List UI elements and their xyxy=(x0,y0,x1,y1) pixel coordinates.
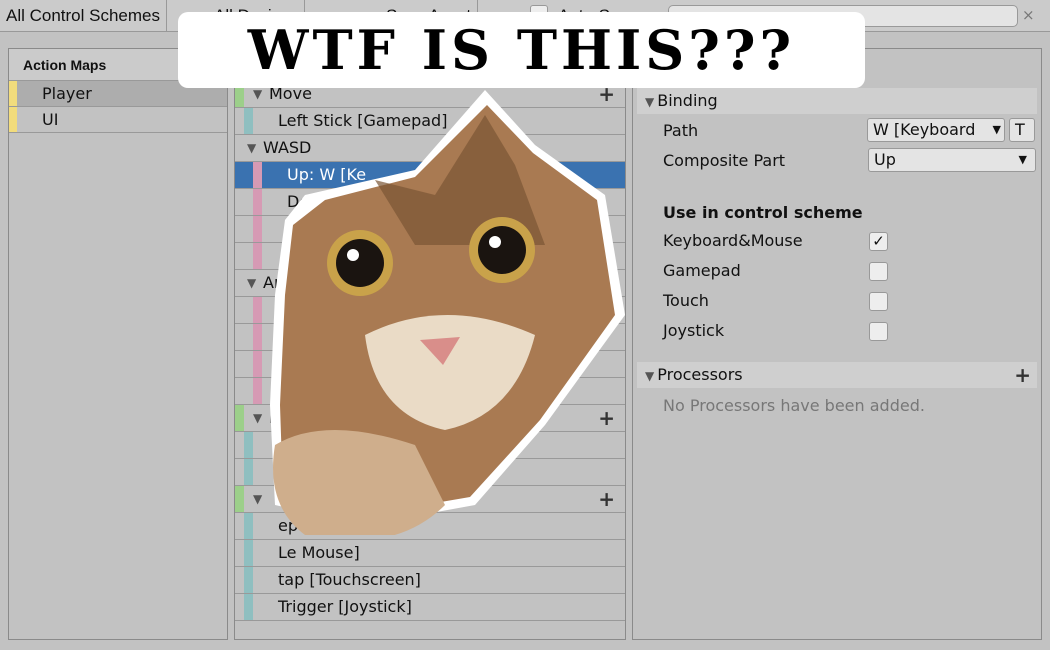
action-map-item[interactable]: UI xyxy=(9,107,227,133)
chevron-down-icon: ▼ xyxy=(1018,153,1027,166)
processors-empty-text: No Processors have been added. xyxy=(663,396,925,415)
cat-image xyxy=(270,90,625,535)
scheme-checkbox[interactable] xyxy=(869,262,888,281)
action-maps-panel: Action Maps Player UI xyxy=(8,48,228,640)
control-schemes-dropdown[interactable]: All Control Schemes xyxy=(0,0,168,32)
collapse-triangle-icon: ▼ xyxy=(645,95,655,109)
control-scheme-title: Use in control scheme xyxy=(663,203,863,222)
composite-part-dropdown[interactable]: Up ▼ xyxy=(868,148,1036,172)
chevron-down-icon: ▼ xyxy=(992,123,1001,136)
binding-row[interactable]: Trigger [Joystick] xyxy=(235,594,625,621)
scheme-label: Joystick xyxy=(663,321,725,340)
path-value: W [Keyboard xyxy=(873,120,976,139)
type-color-bar xyxy=(244,594,253,620)
text-mode-button[interactable]: T xyxy=(1009,118,1035,142)
scheme-label: Keyboard&Mouse xyxy=(663,231,803,250)
scheme-checkbox[interactable] xyxy=(869,322,888,341)
type-color-bar xyxy=(244,567,253,593)
row-label: Trigger [Joystick] xyxy=(278,597,412,616)
path-dropdown[interactable]: W [Keyboard ▼ xyxy=(867,118,1005,142)
collapse-triangle-icon: ▼ xyxy=(645,369,655,383)
composite-part-label: Composite Part xyxy=(663,151,786,170)
processors-title: Processors xyxy=(657,365,743,384)
properties-panel: ▼ Binding Path W [Keyboard ▼ T Composite P… xyxy=(632,48,1042,640)
row-label: tap [Touchscreen] xyxy=(278,570,421,589)
scheme-checkbox[interactable] xyxy=(869,292,888,311)
row-label: Le Mouse] xyxy=(278,543,360,562)
type-color-bar xyxy=(244,540,253,566)
binding-section-header[interactable]: ▼ Binding xyxy=(637,88,1037,114)
path-label: Path xyxy=(663,121,699,140)
add-processor-icon[interactable]: + xyxy=(1014,362,1031,388)
clear-search-icon[interactable]: × xyxy=(1022,6,1035,24)
meme-caption: WTF IS THIS??? xyxy=(178,12,865,88)
scheme-checkbox[interactable]: ✓ xyxy=(869,232,888,251)
processors-section-header[interactable]: ▼ Processors + xyxy=(637,362,1037,388)
binding-title: Binding xyxy=(657,91,718,110)
scheme-label: Touch xyxy=(663,291,709,310)
binding-row[interactable]: tap [Touchscreen] xyxy=(235,567,625,594)
scheme-label: Gamepad xyxy=(663,261,741,280)
composite-part-value: Up xyxy=(874,150,896,169)
binding-row[interactable]: Le Mouse] xyxy=(235,540,625,567)
